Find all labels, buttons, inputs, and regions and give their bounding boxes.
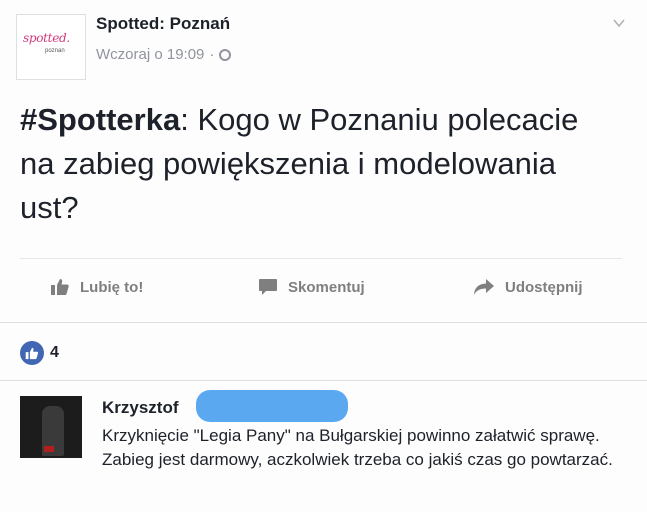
post-meta: Wczoraj o 19:09 ·: [96, 46, 232, 63]
chevron-down-icon[interactable]: [612, 16, 626, 30]
facebook-post: spotted. poznan Spotted: Poznań Wczoraj …: [0, 0, 647, 512]
page-logo-subtext: poznan: [45, 48, 65, 54]
reaction-count: 4: [50, 344, 59, 361]
speech-bubble-icon: [259, 279, 277, 295]
share-label: Udostępnij: [505, 278, 583, 296]
like-label: Lubię to!: [80, 278, 144, 296]
commenter-name[interactable]: Krzysztof: [102, 398, 179, 418]
share-arrow-icon: [474, 279, 494, 295]
share-button[interactable]: Udostępnij: [473, 278, 583, 296]
comment-text: Krzyknięcie "Legia Pany" na Bułgarskiej …: [102, 426, 613, 469]
comment-label: Skomentuj: [288, 278, 365, 296]
divider: [20, 258, 622, 259]
post-hashtag[interactable]: #Spotterka: [20, 102, 180, 137]
divider: [0, 322, 647, 323]
name-redaction-blur: [196, 390, 348, 422]
avatar-detail: [44, 446, 54, 452]
commenter-avatar[interactable]: [20, 396, 82, 458]
comment-button[interactable]: Skomentuj: [258, 278, 365, 296]
like-button[interactable]: Lubię to!: [50, 278, 143, 296]
divider: [0, 380, 647, 381]
page-name-link[interactable]: Spotted: Poznań: [96, 14, 230, 34]
thumbs-up-icon: [51, 279, 69, 295]
like-reaction-icon: [20, 341, 44, 365]
globe-icon: [219, 48, 232, 61]
page-logo-text: spotted.: [23, 31, 70, 45]
reaction-summary[interactable]: 4: [20, 341, 59, 365]
post-timestamp[interactable]: Wczoraj o 19:09: [96, 46, 204, 63]
meta-separator: ·: [209, 46, 215, 63]
post-text: #Spotterka: Kogo w Poznaniu polecacie na…: [20, 98, 620, 230]
page-avatar[interactable]: spotted. poznan: [16, 14, 86, 80]
